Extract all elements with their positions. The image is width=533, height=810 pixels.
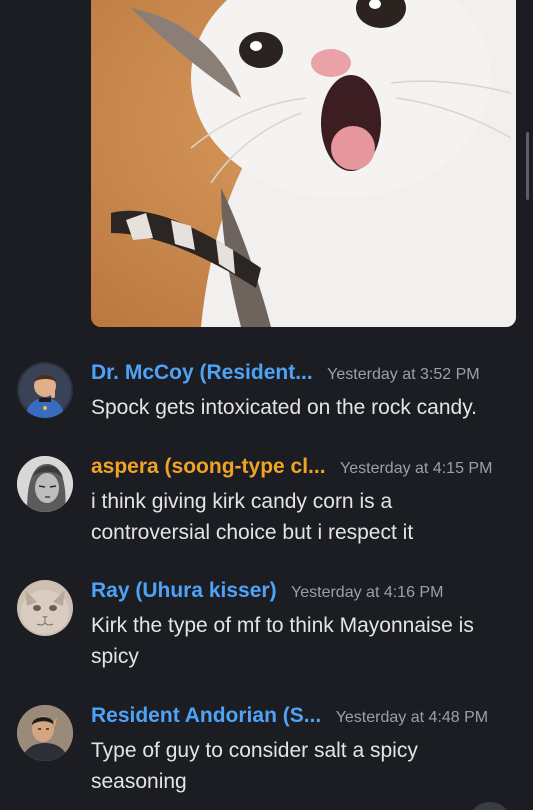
author-name[interactable]: Ray (Uhura kisser) bbox=[91, 579, 277, 603]
author-name[interactable]: Dr. McCoy (Resident... bbox=[91, 361, 313, 385]
scroll-to-bottom-button[interactable] bbox=[468, 802, 512, 810]
chat-message: Resident Andorian (S... Yesterday at 4:4… bbox=[0, 704, 533, 799]
chat-view: Dr. McCoy (Resident... Yesterday at 3:52… bbox=[0, 0, 533, 810]
image-attachment[interactable] bbox=[91, 0, 516, 327]
timestamp: Yesterday at 4:48 PM bbox=[335, 709, 489, 726]
timestamp: Yesterday at 4:16 PM bbox=[291, 584, 444, 601]
avatar[interactable] bbox=[17, 705, 73, 761]
chat-message: aspera (soong-type cl... Yesterday at 4:… bbox=[0, 455, 533, 550]
message-text: Type of guy to consider salt a spicy sea… bbox=[91, 739, 418, 793]
aspera-avatar-icon bbox=[17, 456, 73, 512]
andorian-avatar-icon bbox=[17, 705, 73, 761]
avatar[interactable] bbox=[17, 362, 73, 418]
ray-avatar-icon bbox=[17, 580, 73, 636]
scrollbar[interactable] bbox=[526, 132, 529, 200]
timestamp: Yesterday at 4:15 PM bbox=[340, 460, 493, 477]
mccoy-avatar-icon bbox=[17, 362, 73, 418]
message-text: i think giving kirk candy corn is a cont… bbox=[91, 490, 414, 544]
chat-message: Ray (Uhura kisser) Yesterday at 4:16 PM … bbox=[0, 579, 533, 674]
chat-message: Dr. McCoy (Resident... Yesterday at 3:52… bbox=[0, 361, 533, 427]
avatar[interactable] bbox=[17, 580, 73, 636]
cat-photo-icon bbox=[91, 0, 516, 327]
author-name[interactable]: Resident Andorian (S... bbox=[91, 704, 321, 728]
message-text: Spock gets intoxicated on the rock candy… bbox=[91, 396, 477, 419]
timestamp: Yesterday at 3:52 PM bbox=[327, 366, 480, 383]
author-name[interactable]: aspera (soong-type cl... bbox=[91, 455, 326, 479]
message-text: Kirk the type of mf to think Mayonnaise … bbox=[91, 614, 474, 668]
avatar[interactable] bbox=[17, 456, 73, 512]
